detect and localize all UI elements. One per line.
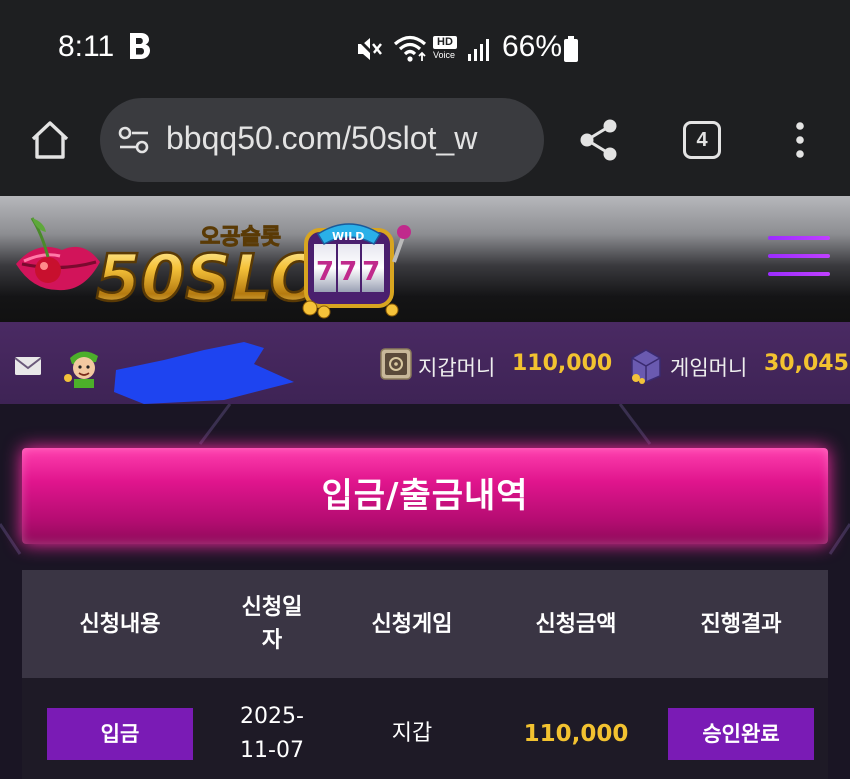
status-time: 8:11 [58, 30, 115, 63]
transaction-table: 신청내용 신청일자 신청게임 신청금액 진행결과 입금 2025-11-07 지… [22, 570, 828, 779]
logo-wild: WILD [332, 230, 364, 243]
cell-request-amount: 110,000 [523, 721, 629, 747]
hd-voice-icon: HD Voice [433, 36, 461, 62]
site-logo[interactable]: 50SLOT 오공슬롯 777 WILD [14, 204, 414, 320]
column-header-request-game: 신청게임 [371, 611, 453, 637]
b-app-icon [130, 33, 150, 59]
wifi-icon [393, 35, 427, 62]
logo-korean: 오공슬롯 [200, 225, 281, 250]
deposit-badge: 입금 [47, 708, 193, 760]
avatar[interactable] [62, 344, 106, 388]
column-header-request-type: 신청내용 [79, 611, 161, 637]
browser-toolbar: bbqq50.com/50slot_w 4 [0, 98, 850, 196]
mail-icon[interactable] [14, 356, 42, 376]
column-header-request-date: 신청일자 [241, 595, 303, 653]
lips-cherry-icon [16, 217, 100, 291]
main-content: 입금/출금내역 신청내용 신청일자 신청게임 신청금액 진행결과 입금 2025… [0, 404, 850, 779]
hamburger-line [768, 254, 830, 258]
status-icons: HD Voice [355, 34, 495, 64]
treasure-chest-icon [631, 349, 661, 384]
wallet-money-value: 110,000 [512, 351, 613, 376]
more-options-icon[interactable] [790, 120, 810, 160]
table-header: 신청내용 신청일자 신청게임 신청금액 진행결과 [22, 570, 828, 678]
user-info-bar: 지갑머니 110,000 게임머니 30,045 [0, 322, 850, 404]
home-icon[interactable] [28, 118, 72, 162]
battery-percent: 66% [502, 30, 563, 63]
wallet-money-label: 지갑머니 [418, 356, 496, 380]
hamburger-menu-button[interactable] [768, 236, 830, 280]
table-row: 입금 2025-11-07 지갑 110,000 승인완료 [22, 678, 828, 779]
tab-switcher-button[interactable]: 4 [683, 121, 721, 159]
page-title-banner: 입금/출금내역 [22, 448, 828, 544]
hamburger-line [768, 236, 830, 240]
cell-request-game: 지갑 [391, 721, 433, 746]
approved-badge: 승인완료 [668, 708, 814, 760]
url-text[interactable]: bbqq50.com/50slot_w [166, 120, 536, 157]
logo-reels: 777 [316, 257, 385, 287]
url-bar[interactable]: bbqq50.com/50slot_w [100, 98, 544, 182]
battery-icon [564, 36, 578, 62]
game-money-label: 게임머니 [670, 356, 748, 380]
voice-label: Voice [433, 50, 456, 60]
mute-icon [355, 36, 382, 62]
site-settings-icon[interactable] [118, 126, 150, 154]
site-header: 50SLOT 오공슬롯 777 WILD [0, 196, 850, 322]
vault-icon [380, 348, 412, 380]
game-money-value: 30,045 [764, 351, 849, 376]
redaction-mark [114, 342, 294, 404]
hd-label: HD [433, 36, 457, 49]
slot-machine-icon: 777 WILD [302, 223, 411, 319]
column-header-result: 진행결과 [700, 611, 782, 637]
signal-icon [468, 39, 489, 61]
hamburger-line [768, 272, 830, 276]
page-title: 입금/출금내역 [321, 476, 529, 516]
column-header-request-amount: 신청금액 [535, 611, 617, 637]
cell-result: 승인완료 [654, 678, 828, 779]
share-icon[interactable] [578, 118, 620, 162]
status-bar: 8:11 HD Voice 66% [0, 0, 850, 98]
cell-request-type: 입금 [22, 678, 218, 779]
cell-request-date: 2025-11-07 [240, 704, 304, 763]
